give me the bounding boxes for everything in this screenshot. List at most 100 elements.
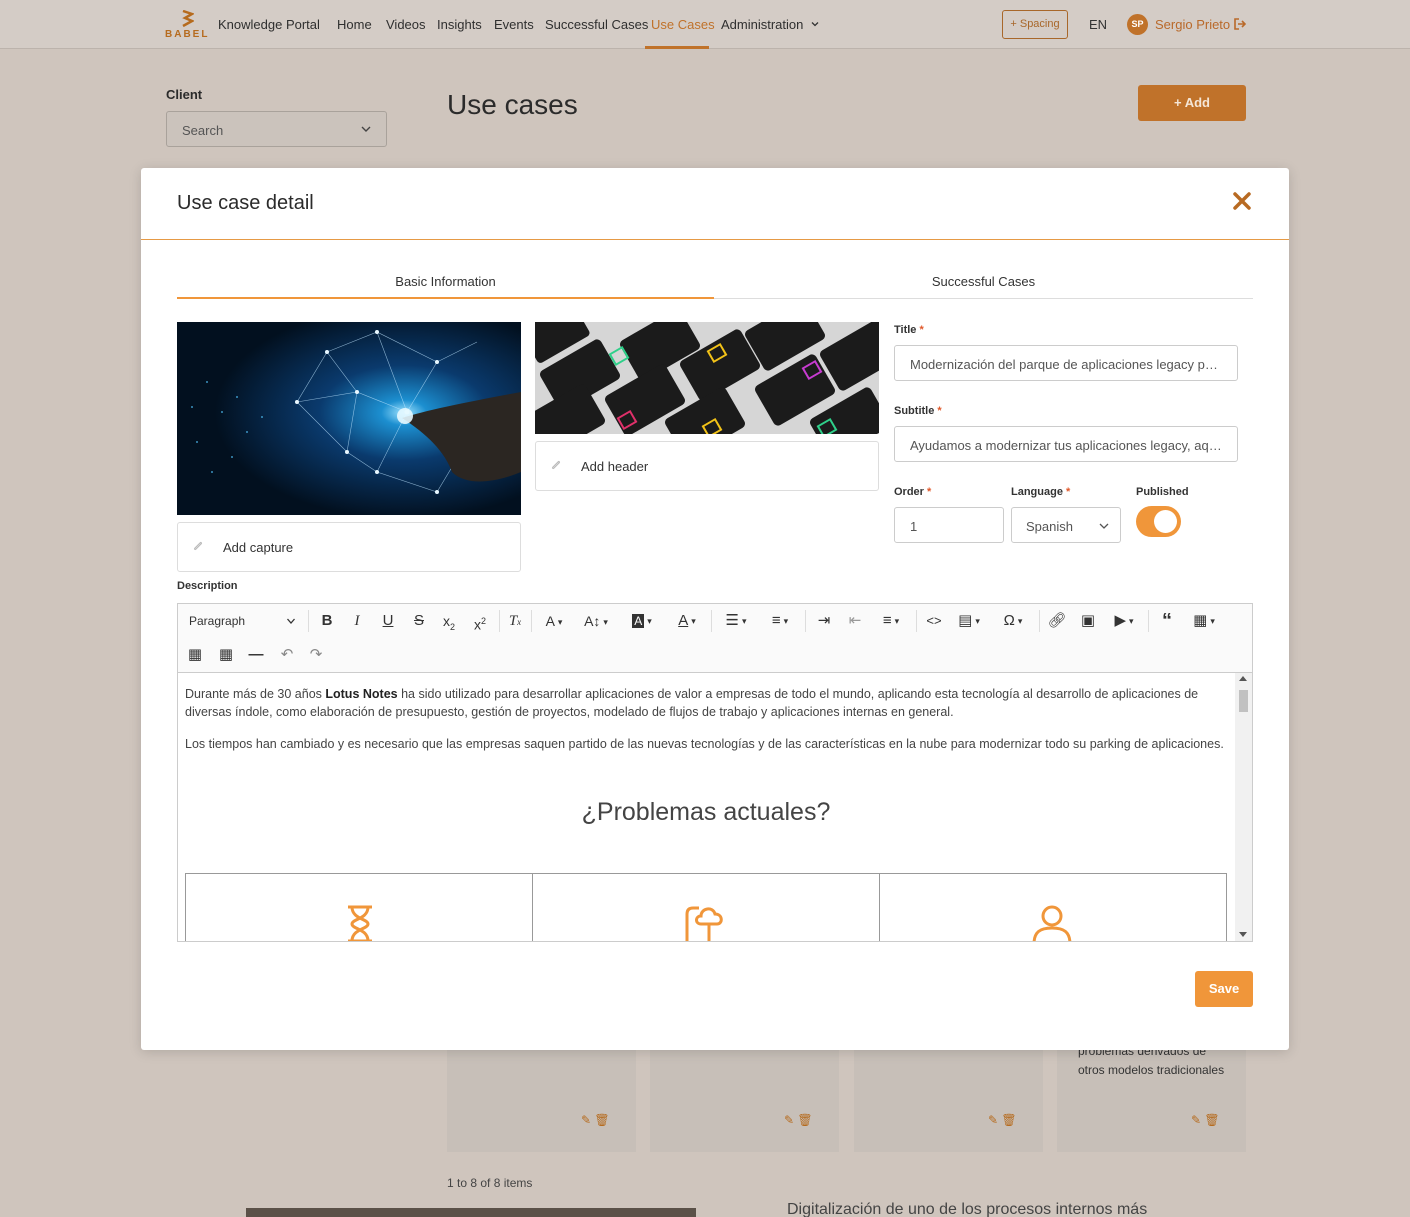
strikethrough-icon[interactable]: S: [408, 609, 430, 633]
edit-icon[interactable]: ✎: [1191, 1113, 1201, 1127]
card-actions: ✎ 🗑: [784, 1113, 813, 1127]
font-family-icon[interactable]: A ▾: [537, 609, 571, 633]
logout-icon[interactable]: [1234, 18, 1246, 30]
scroll-down-icon[interactable]: [1239, 932, 1247, 937]
bold-icon[interactable]: B: [316, 609, 338, 633]
trash-icon[interactable]: 🗑: [594, 1113, 609, 1127]
nav-administration[interactable]: Administration: [721, 17, 820, 32]
trash-icon[interactable]: 🗑: [797, 1113, 812, 1127]
toolbar-separator: [711, 610, 712, 632]
use-case-detail-modal: Use case detail Basic Information Succes…: [141, 168, 1289, 1050]
image-icon[interactable]: ▣: [1076, 609, 1100, 633]
tab-basic-information[interactable]: Basic Information: [177, 274, 714, 289]
undo-icon[interactable]: ↶: [276, 643, 298, 667]
content-heading: ¿Problemas actuales?: [581, 798, 831, 826]
title-input[interactable]: Modernización del parque de aplicaciones…: [894, 345, 1238, 381]
align-icon[interactable]: ≡ ▾: [873, 609, 909, 633]
save-button[interactable]: Save: [1195, 971, 1253, 1007]
table-icon[interactable]: ▦ ▾: [1186, 609, 1222, 633]
page-title: Use cases: [447, 89, 578, 120]
block-format-select[interactable]: Paragraph: [182, 610, 302, 632]
font-size-icon[interactable]: A↕ ▾: [578, 609, 614, 633]
font-color-icon[interactable]: A ▾: [670, 609, 704, 633]
subscript-icon[interactable]: x2: [437, 609, 461, 633]
paperclip-icon: [551, 460, 561, 470]
add-use-case-button[interactable]: + Add: [1138, 85, 1246, 121]
horizontal-line-icon[interactable]: —: [245, 643, 267, 667]
block-format-value: Paragraph: [189, 614, 246, 628]
nav-events[interactable]: Events: [494, 17, 534, 32]
cloud-device-icon: [685, 906, 723, 941]
order-input[interactable]: 1: [894, 507, 1004, 543]
card-actions: ✎ 🗑: [1191, 1113, 1220, 1127]
top-navigation-bar: BABEL Knowledge Portal Home Videos Insig…: [0, 0, 1410, 49]
trash-icon[interactable]: 🗑: [1001, 1113, 1016, 1127]
special-characters-icon[interactable]: Ω ▾: [995, 609, 1031, 633]
rich-text-editor: Paragraph B I U S x2 x2 Tx A ▾ A↕ ▾ A ▾ A ▾ …: [177, 603, 1253, 942]
underline-icon[interactable]: U: [377, 609, 399, 633]
table-properties-icon[interactable]: ▦: [215, 643, 237, 667]
subtitle-input[interactable]: Ayudamos a modernizar tus aplicaciones l…: [894, 426, 1238, 462]
outdent-icon[interactable]: ⇤: [843, 609, 867, 633]
user-icon: [1032, 905, 1072, 941]
table-cell-properties-icon[interactable]: ▦: [184, 643, 206, 667]
language-switch[interactable]: EN: [1089, 17, 1107, 32]
scroll-thumb[interactable]: [1239, 690, 1248, 712]
portal-name[interactable]: Knowledge Portal: [218, 17, 320, 32]
add-header-field[interactable]: Add header: [535, 441, 879, 491]
nav-successful-cases[interactable]: Successful Cases: [545, 17, 648, 32]
babel-logo[interactable]: BABEL: [165, 8, 211, 42]
trash-icon[interactable]: 🗑: [1204, 1113, 1219, 1127]
client-search-select[interactable]: Search: [166, 111, 387, 147]
indent-icon[interactable]: ⇥: [812, 609, 836, 633]
close-icon[interactable]: [1232, 191, 1252, 211]
code-block-icon[interactable]: ▤ ▾: [951, 609, 987, 633]
chevron-down-icon: [287, 618, 295, 624]
redo-icon[interactable]: ↷: [305, 643, 327, 667]
editor-scrollbar[interactable]: [1235, 673, 1252, 941]
chevron-down-icon: [361, 126, 371, 132]
logo-mark-icon: [182, 10, 194, 28]
phones-image: [535, 322, 879, 434]
tab-successful-cases[interactable]: Successful Cases: [714, 274, 1253, 289]
bold-text: Lotus Notes: [325, 687, 398, 701]
user-name[interactable]: Sergio Prieto: [1155, 17, 1230, 32]
client-select-placeholder: Search: [182, 123, 224, 138]
table-cell: [533, 874, 880, 941]
language-label: Language *: [1011, 486, 1070, 498]
language-select[interactable]: Spanish: [1011, 507, 1121, 543]
blockquote-icon[interactable]: “: [1155, 609, 1179, 633]
spacing-button[interactable]: + Spacing: [1002, 10, 1068, 39]
paragraph: Durante más de 30 años Lotus Notes ha si…: [185, 685, 1230, 721]
italic-icon[interactable]: I: [346, 609, 368, 633]
required-mark: *: [927, 486, 932, 498]
code-icon[interactable]: <>: [922, 609, 946, 633]
nav-use-cases[interactable]: Use Cases: [651, 17, 715, 32]
link-icon[interactable]: 🔗︎: [1045, 609, 1069, 633]
add-capture-label: Add capture: [223, 540, 294, 555]
editor-content[interactable]: Durante más de 30 años Lotus Notes ha si…: [178, 673, 1234, 941]
avatar[interactable]: SP: [1127, 14, 1148, 35]
subtitle-label-text: Subtitle: [894, 405, 935, 417]
numbered-list-icon[interactable]: ≡ ▾: [762, 609, 798, 633]
active-tab-indicator: [177, 297, 714, 299]
language-select-value: Spanish: [1026, 519, 1073, 534]
edit-icon[interactable]: ✎: [784, 1113, 794, 1127]
scroll-up-icon[interactable]: [1239, 676, 1247, 681]
table-cell: [186, 874, 533, 941]
add-capture-field[interactable]: Add capture: [177, 522, 521, 572]
nav-administration-label: Administration: [721, 17, 804, 32]
nav-insights[interactable]: Insights: [437, 17, 482, 32]
remove-format-icon[interactable]: Tx: [504, 609, 526, 633]
published-toggle[interactable]: [1136, 506, 1181, 537]
media-embed-icon[interactable]: ▶ ▾: [1106, 609, 1142, 633]
paragraph: Los tiempos han cambiado y es necesario …: [185, 737, 1224, 751]
bulleted-list-icon[interactable]: ☰ ▾: [718, 609, 754, 633]
nav-home[interactable]: Home: [337, 17, 372, 32]
highlight-color-icon[interactable]: A ▾: [625, 609, 659, 633]
edit-icon[interactable]: ✎: [988, 1113, 998, 1127]
modal-title: Use case detail: [177, 192, 314, 214]
nav-videos[interactable]: Videos: [386, 17, 426, 32]
edit-icon[interactable]: ✎: [581, 1113, 591, 1127]
superscript-icon[interactable]: x2: [468, 609, 492, 633]
